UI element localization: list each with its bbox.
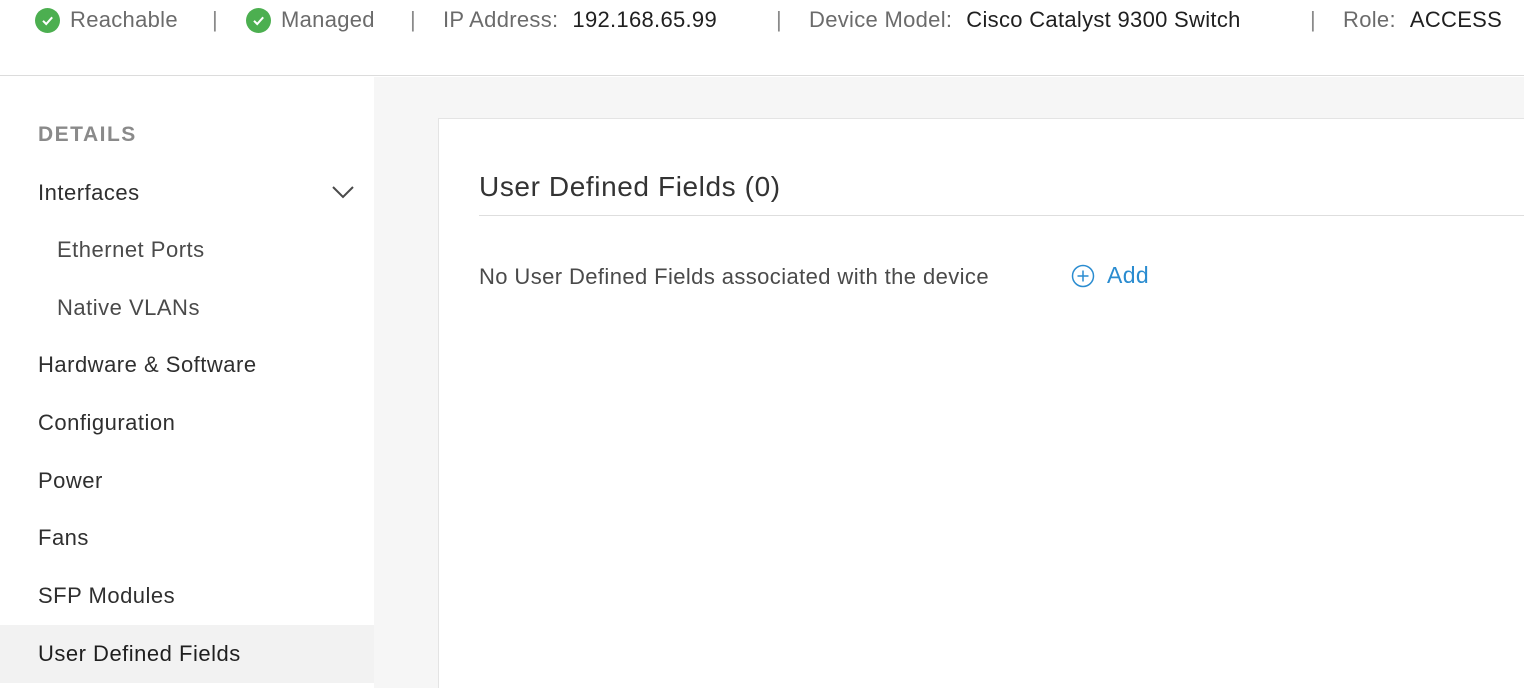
sidebar-item-label: Power	[38, 468, 103, 493]
device-model-value: Cisco Catalyst 9300 Switch	[966, 7, 1241, 32]
role-label: Role:	[1343, 7, 1396, 32]
sidebar-item-label: Ethernet Ports	[57, 237, 205, 262]
sidebar-item-label: Configuration	[38, 410, 176, 435]
main-content: User Defined Fields (0) No User Defined …	[374, 77, 1524, 688]
device-status-bar: Reachable | Managed | IP Address: 192.16…	[0, 0, 1524, 76]
ip-address-value: 192.168.65.99	[572, 7, 717, 32]
empty-state-message: No User Defined Fields associated with t…	[479, 264, 989, 289]
sidebar-item-power[interactable]: Power	[0, 453, 374, 509]
sidebar-item-label: SFP Modules	[38, 583, 176, 608]
chevron-down-icon[interactable]	[330, 182, 356, 208]
sidebar-item-configuration[interactable]: Configuration	[0, 395, 374, 451]
ip-address-field: IP Address: 192.168.65.99	[443, 6, 717, 34]
sidebar-heading: DETAILS	[38, 123, 137, 146]
separator: |	[776, 7, 783, 32]
ip-address-label: IP Address:	[443, 7, 559, 32]
sidebar-item-label: User Defined Fields	[38, 641, 241, 666]
user-defined-fields-panel: User Defined Fields (0) No User Defined …	[438, 118, 1524, 688]
managed-label: Managed	[281, 7, 375, 32]
add-circle-icon	[1071, 264, 1095, 288]
role-field: Role: ACCESS	[1343, 6, 1502, 34]
sidebar-item-label: Interfaces	[38, 180, 140, 205]
device-model-label: Device Model:	[809, 7, 953, 32]
details-sidebar: DETAILS Interfaces Ethernet Ports Native…	[0, 77, 374, 688]
sidebar-item-fans[interactable]: Fans	[0, 510, 374, 566]
add-button-label: Add	[1107, 262, 1150, 288]
panel-title: User Defined Fields (0)	[479, 171, 781, 202]
separator: |	[212, 7, 219, 32]
check-circle-icon	[246, 7, 271, 33]
separator: |	[1310, 7, 1317, 32]
divider	[479, 215, 1524, 216]
sidebar-item-label: Fans	[38, 525, 89, 550]
check-circle-icon	[35, 7, 60, 33]
sidebar-item-ethernet-ports[interactable]: Ethernet Ports	[0, 222, 374, 278]
sidebar-item-interfaces[interactable]: Interfaces	[0, 165, 374, 221]
sidebar-item-sfp-modules[interactable]: SFP Modules	[0, 568, 374, 624]
sidebar-item-native-vlans[interactable]: Native VLANs	[0, 280, 374, 336]
sidebar-item-label: Hardware & Software	[38, 352, 257, 377]
sidebar-item-user-defined-fields[interactable]: User Defined Fields	[0, 625, 374, 683]
sidebar-item-hardware-software[interactable]: Hardware & Software	[0, 337, 374, 393]
reachable-label: Reachable	[70, 7, 178, 32]
separator: |	[410, 7, 417, 32]
managed-status: Managed	[246, 6, 375, 34]
reachable-status: Reachable	[35, 6, 178, 34]
role-value: ACCESS	[1409, 7, 1503, 32]
sidebar-item-label: Native VLANs	[57, 295, 200, 320]
device-model-field: Device Model: Cisco Catalyst 9300 Switch	[809, 6, 1241, 34]
add-field-button[interactable]: Add	[1071, 262, 1149, 289]
